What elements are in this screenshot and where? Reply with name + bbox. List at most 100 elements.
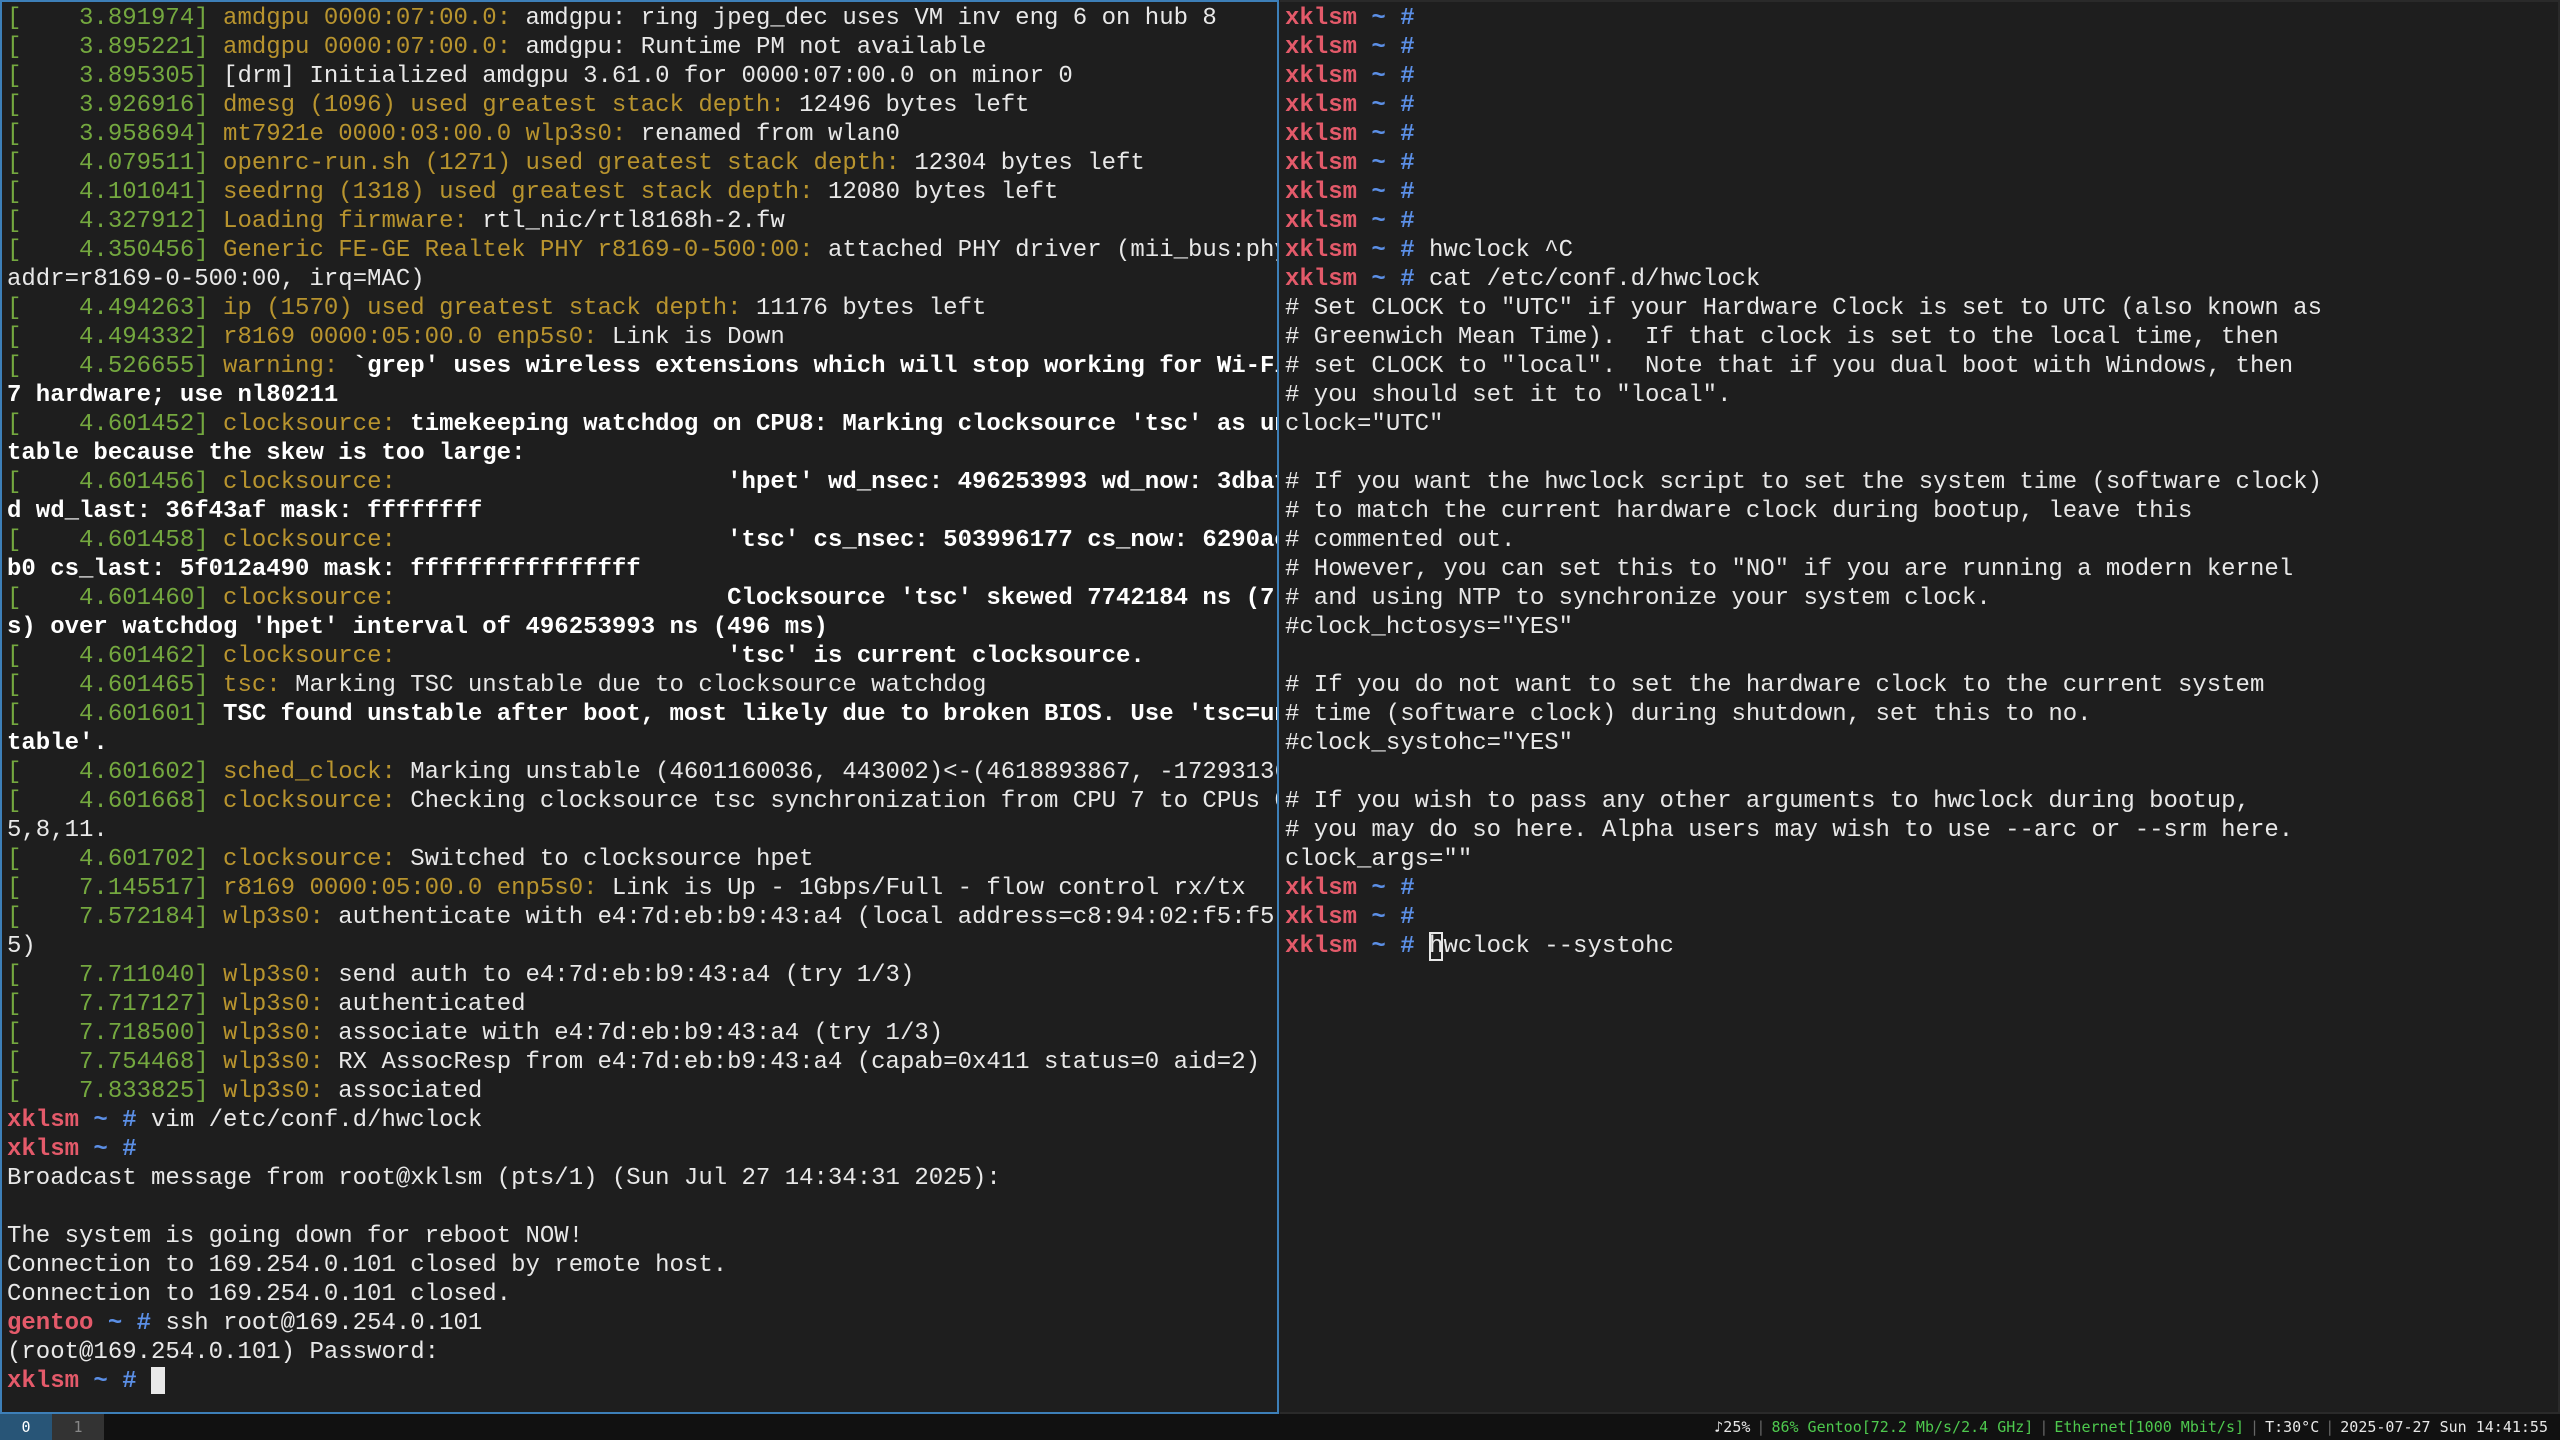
kernel-log-line: table'. [7, 729, 1272, 758]
prompt-line: xklsm ~ # [1285, 903, 2553, 932]
right-terminal-pane[interactable]: xklsm ~ # xklsm ~ # xklsm ~ # xklsm ~ # … [1280, 0, 2560, 1414]
log-source: wlp3s0: [223, 1078, 339, 1105]
log-message: send auth to e4:7d:eb:b9:43:a4 (try 1/3) [338, 962, 915, 989]
output-line: Connection to 169.254.0.101 closed by re… [7, 1251, 1272, 1280]
log-source: dmesg (1096) used greatest stack depth: [223, 92, 800, 119]
log-source: mt7921e 0000:03:00.0 wlp3s0: [223, 121, 641, 148]
log-timestamp: [ 4.101041] [7, 179, 224, 206]
prompt-line: xklsm ~ # h wclock --systohc [1285, 932, 2553, 961]
status-item: T:30°C [2265, 1418, 2320, 1436]
log-timestamp: [ 7.145517] [7, 875, 224, 902]
output-line: # set CLOCK to "local". Note that if you… [1285, 352, 2553, 381]
command-text: ssh root@169.254.0.101 [165, 1310, 483, 1337]
prompt-line: xklsm ~ # cat /etc/conf.d/hwclock [1285, 265, 2553, 294]
output-text: The system is going down for reboot NOW! [7, 1223, 584, 1250]
log-message: 5,8,11. [7, 817, 108, 844]
log-timestamp: [ 4.601602] [7, 759, 224, 786]
log-source: clocksource: [223, 527, 728, 554]
text-cursor[interactable]: h [1429, 932, 1444, 961]
kernel-log-line: [ 7.717127] wlp3s0: authenticated [7, 990, 1272, 1019]
status-item: 86% Gentoo[72.2 Mb/s/2.4 GHz] [1771, 1418, 2034, 1436]
log-timestamp: [ 4.494263] [7, 295, 224, 322]
log-timestamp: [ 4.601462] [7, 643, 224, 670]
log-message: [drm] Initialized amdgpu 3.61.0 for 0000… [223, 63, 1073, 90]
prompt-symbol: ~ # [1357, 121, 1430, 148]
log-message: TSC found unstable after boot, most like… [223, 701, 1279, 728]
log-timestamp: [ 4.601452] [7, 411, 224, 438]
prompt-symbol: ~ # [1357, 904, 1430, 931]
log-timestamp: [ 3.891974] [7, 5, 224, 32]
log-source: Loading firmware: [223, 208, 483, 235]
kernel-log-line: [ 3.895221] amdgpu 0000:07:00.0: amdgpu:… [7, 33, 1272, 62]
left-terminal-pane[interactable]: [ 3.891974] amdgpu 0000:07:00.0: amdgpu:… [0, 0, 1279, 1414]
kernel-log-line: [ 7.754468] wlp3s0: RX AssocResp from e4… [7, 1048, 1272, 1077]
log-timestamp: [ 4.079511] [7, 150, 224, 177]
status-items: ♪25% | 86% Gentoo[72.2 Mb/s/2.4 GHz] | Ether… [1708, 1418, 2560, 1436]
log-timestamp: [ 4.526655] [7, 353, 224, 380]
log-timestamp: [ 3.926916] [7, 92, 224, 119]
prompt-symbol: ~ # [79, 1136, 152, 1163]
log-message: Switched to clocksource hpet [410, 846, 814, 873]
log-message: Link is Down [611, 324, 785, 351]
prompt-line: xklsm ~ # [1285, 207, 2553, 236]
status-separator: | [2039, 1418, 2049, 1436]
prompt-symbol: ~ # [93, 1310, 166, 1337]
output-line: # time (software clock) during shutdown,… [1285, 700, 2553, 729]
workspace-1[interactable]: 1 [52, 1414, 104, 1440]
prompt-host: xklsm [1285, 63, 1358, 90]
output-line: # and using NTP to synchronize your syst… [1285, 584, 2553, 613]
log-message: 'tsc' cs_nsec: 503996177 cs_now: 6290ae0 [727, 527, 1279, 554]
prompt-symbol: ~ # [1357, 208, 1430, 235]
status-bar: 01 ♪25% | 86% Gentoo[72.2 Mb/s/2.4 GHz] | Et… [0, 1414, 2560, 1440]
kernel-log-line: [ 4.494263] ip (1570) used greatest stac… [7, 294, 1272, 323]
kernel-log-line: [ 4.601465] tsc: Marking TSC unstable du… [7, 671, 1272, 700]
kernel-log-line: [ 4.101041] seedrng (1318) used greatest… [7, 178, 1272, 207]
kernel-log-line: [ 4.601702] clocksource: Switched to clo… [7, 845, 1272, 874]
prompt-symbol: ~ # [1357, 92, 1430, 119]
log-message: 12304 bytes left [914, 150, 1145, 177]
log-source: seedrng (1318) used greatest stack depth… [223, 179, 828, 206]
log-source: wlp3s0: [223, 1020, 339, 1047]
log-timestamp: [ 4.327912] [7, 208, 224, 235]
prompt-symbol: ~ # [79, 1368, 152, 1395]
command-text: cat /etc/conf.d/hwclock [1429, 266, 1761, 293]
prompt-line: xklsm ~ # vim /etc/conf.d/hwclock [7, 1106, 1272, 1135]
workspace-0[interactable]: 0 [0, 1414, 52, 1440]
terminal-output[interactable]: [ 3.891974] amdgpu 0000:07:00.0: amdgpu:… [2, 2, 1277, 1396]
prompt-symbol: ~ # [79, 1107, 152, 1134]
log-timestamp: [ 7.572184] [7, 904, 224, 931]
kernel-log-line: [ 4.601458] clocksource: 'tsc' cs_nsec: … [7, 526, 1277, 555]
status-item: 2025-07-27 Sun 14:41:55 [2340, 1418, 2548, 1436]
log-message: d wd_last: 36f43af mask: ffffffff [7, 498, 483, 525]
kernel-log-line: [ 4.601602] sched_clock: Marking unstabl… [7, 758, 1277, 787]
log-source: amdgpu 0000:07:00.0: [223, 34, 526, 61]
log-message: b0 cs_last: 5f012a490 mask: ffffffffffff… [7, 556, 641, 583]
log-source: amdgpu 0000:07:00.0: [223, 5, 526, 32]
log-message: Clocksource 'tsc' skewed 7742184 ns (7 m [727, 585, 1279, 612]
text-cursor[interactable] [151, 1367, 166, 1394]
output-line: # to match the current hardware clock du… [1285, 497, 2553, 526]
output-text: # set CLOCK to "local". Note that if you… [1285, 353, 2294, 380]
kernel-log-line: s) over watchdog 'hpet' interval of 4962… [7, 613, 1272, 642]
prompt-host: xklsm [1285, 5, 1358, 32]
prompt-host: xklsm [1285, 933, 1358, 960]
kernel-log-line: [ 7.718500] wlp3s0: associate with e4:7d… [7, 1019, 1272, 1048]
output-line: # If you want the hwclock script to set … [1285, 468, 2553, 497]
output-text: Broadcast message from root@xklsm (pts/1… [7, 1165, 1001, 1192]
prompt-line: xklsm ~ # [7, 1367, 1272, 1396]
prompt-symbol: ~ # [1357, 179, 1430, 206]
log-message: 11176 bytes left [755, 295, 987, 322]
log-message: Marking TSC unstable due to clocksource … [295, 672, 987, 699]
prompt-host: xklsm [1285, 92, 1358, 119]
prompt-symbol: ~ # [1357, 5, 1430, 32]
kernel-log-line: d wd_last: 36f43af mask: ffffffff [7, 497, 1272, 526]
log-source: sched_clock: [223, 759, 411, 786]
terminal-output[interactable]: xklsm ~ # xklsm ~ # xklsm ~ # xklsm ~ # … [1280, 2, 2558, 961]
log-message: addr=r8169-0-500:00, irq=MAC) [7, 266, 425, 293]
prompt-host: xklsm [1285, 150, 1358, 177]
kernel-log-line: [ 3.891974] amdgpu 0000:07:00.0: amdgpu:… [7, 4, 1272, 33]
log-timestamp: [ 7.754468] [7, 1049, 224, 1076]
